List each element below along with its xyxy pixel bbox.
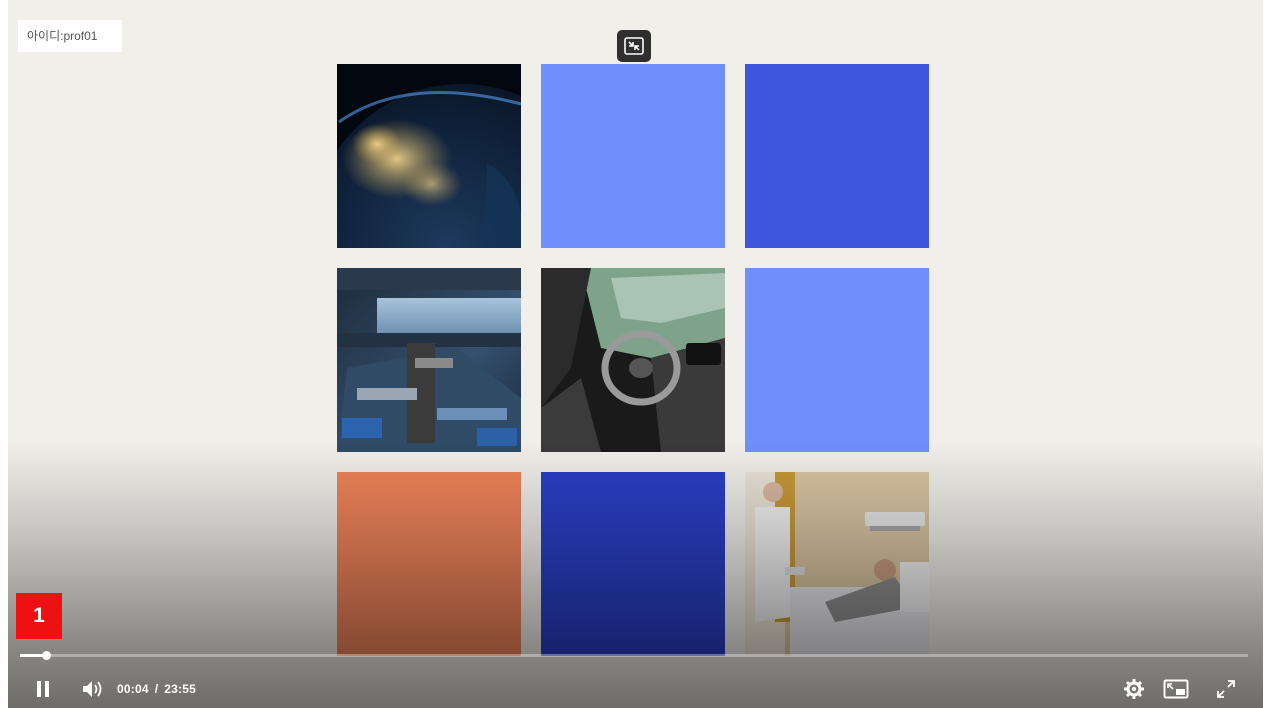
left-border [0, 0, 8, 708]
picture-in-picture-icon [1163, 679, 1189, 699]
earth-night-photo [337, 64, 521, 248]
right-border [1263, 0, 1271, 708]
orange-tile [337, 472, 521, 656]
collapse-icon[interactable] [617, 30, 651, 62]
user-watermark: 아이디:prof01 [18, 20, 122, 52]
pause-icon [37, 681, 49, 697]
navy-tile [541, 472, 725, 656]
duration: 23:55 [164, 682, 196, 696]
space-station-photo [337, 268, 521, 452]
car-interior-photo [541, 268, 725, 452]
progress-bar[interactable] [20, 651, 1248, 660]
control-bar: 00:04 / 23:55 [20, 672, 1251, 706]
progress-knob[interactable] [42, 651, 51, 660]
pause-button[interactable] [28, 672, 58, 706]
settings-button[interactable] [1119, 672, 1149, 706]
blue-tile-2 [745, 64, 929, 248]
picture-in-picture-button[interactable] [1159, 672, 1193, 706]
time-display: 00:04 / 23:55 [117, 672, 196, 706]
current-time: 00:04 [117, 682, 149, 696]
fullscreen-icon [1217, 680, 1235, 698]
gear-icon [1124, 679, 1144, 699]
volume-icon [83, 681, 102, 697]
time-separator: / [154, 682, 159, 696]
hospital-photo [745, 472, 929, 656]
fullscreen-button[interactable] [1211, 672, 1241, 706]
volume-button[interactable] [78, 672, 108, 706]
video-player[interactable]: 아이디:prof01 1 00:04 / 23:55 [0, 0, 1271, 708]
blue-tile-1 [541, 64, 725, 248]
collapse-icon-glyph [624, 37, 644, 55]
step-marker: 1 [16, 593, 62, 639]
blue-tile-3 [745, 268, 929, 452]
